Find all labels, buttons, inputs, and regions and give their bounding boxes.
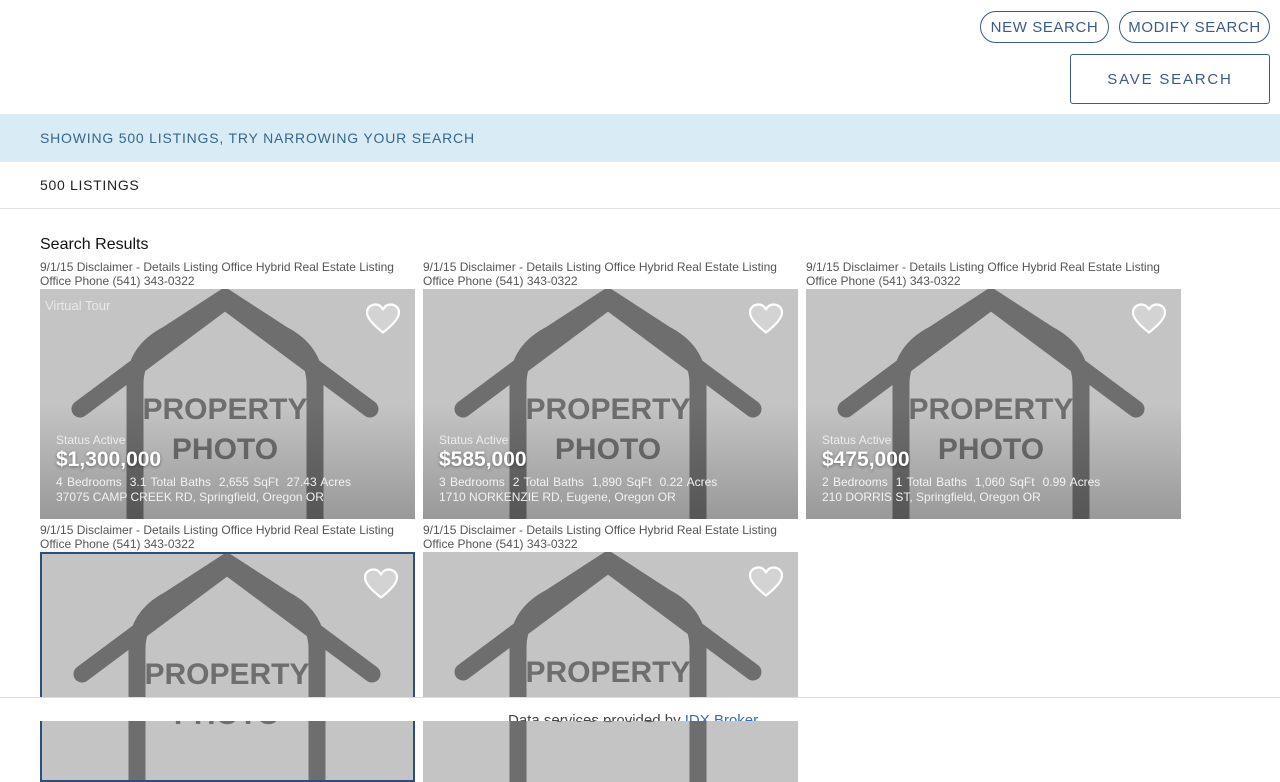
listing-acres: 0.99 Acres bbox=[1042, 475, 1101, 489]
placeholder-line: PROPERTY bbox=[525, 656, 690, 689]
listing-specs: 4 Bedrooms 3.1 Total Baths 2,655 SqFt 27.43… bbox=[56, 475, 359, 489]
favorite-heart-icon[interactable] bbox=[1132, 303, 1166, 335]
listing-info: Status Active $585,000 3 Bedrooms 2 Total… bbox=[439, 433, 725, 504]
virtual-tour-link[interactable]: Virtual Tour bbox=[45, 298, 110, 313]
favorite-heart-icon[interactable] bbox=[364, 568, 398, 600]
listing-card: 9/1/15 Disclaimer - Details Listing Offi… bbox=[423, 260, 798, 519]
placeholder-line: PROPERTY bbox=[144, 658, 309, 691]
listing-photo[interactable]: PROPERTY PHOTO Status Active $585,000 3 … bbox=[423, 289, 798, 519]
listing-sqft: 1,060 SqFt bbox=[974, 475, 1035, 489]
listing-beds: 4 Bedrooms bbox=[56, 475, 122, 489]
listing-card: 9/1/15 Disclaimer - Details Listing Offi… bbox=[40, 260, 415, 519]
listing-acres: 0.22 Acres bbox=[659, 475, 718, 489]
listing-specs: 2 Bedrooms 1 Total Baths 1,060 SqFt 0.99 Ac… bbox=[822, 475, 1108, 489]
listing-specs: 3 Bedrooms 2 Total Baths 1,890 SqFt 0.22 Ac… bbox=[439, 475, 725, 489]
listing-sqft: 2,655 SqFt bbox=[218, 475, 279, 489]
listing-beds: 2 Bedrooms bbox=[822, 475, 888, 489]
listing-price: $1,300,000 bbox=[56, 448, 162, 471]
listing-photo[interactable]: PROPERTY PHOTO bbox=[423, 552, 798, 782]
listing-disclaimer: 9/1/15 Disclaimer - Details Listing Offi… bbox=[40, 260, 415, 289]
listing-card: 9/1/15 Disclaimer - Details Listing Offi… bbox=[423, 523, 798, 782]
listing-beds: 3 Bedrooms bbox=[439, 475, 505, 489]
listing-photo[interactable]: PROPERTY PHOTO Status Active $475,000 2 … bbox=[806, 289, 1181, 519]
favorite-heart-icon[interactable] bbox=[366, 303, 400, 335]
disclaimer-line: Office Phone (541) 343-0322 bbox=[40, 274, 195, 288]
listing-price: $475,000 bbox=[822, 448, 910, 471]
disclaimer-line: Office Phone (541) 343-0322 bbox=[806, 274, 961, 288]
listing-photo[interactable]: PROPERTY PHOTO Virtual Tour Status Activ… bbox=[40, 289, 415, 519]
listing-address: 210 DORRIS ST, Springfield, Oregon OR bbox=[822, 490, 1041, 504]
listing-status: Status Active bbox=[56, 433, 126, 447]
disclaimer-line: Office Phone (541) 343-0322 bbox=[423, 274, 578, 288]
disclaimer-line: Office Phone (541) 343-0322 bbox=[40, 537, 195, 551]
listing-count: 500 LISTINGS bbox=[40, 177, 140, 193]
disclaimer-line: 9/1/15 Disclaimer - Details Listing Offi… bbox=[423, 260, 777, 274]
page-footer: Data services provided by IDX Broker bbox=[0, 697, 1280, 721]
listing-baths: 3.1 Total Baths bbox=[129, 475, 211, 489]
listing-baths: 2 Total Baths bbox=[512, 475, 584, 489]
favorite-heart-icon[interactable] bbox=[749, 566, 783, 598]
listing-baths: 1 Total Baths bbox=[895, 475, 967, 489]
listing-price: $585,000 bbox=[439, 448, 527, 471]
listing-card: 9/1/15 Disclaimer - Details Listing Offi… bbox=[40, 523, 415, 782]
listing-info: Status Active $475,000 2 Bedrooms 1 Total… bbox=[822, 433, 1108, 504]
listing-status: Status Active bbox=[822, 433, 892, 447]
listing-disclaimer: 9/1/15 Disclaimer - Details Listing Offi… bbox=[423, 260, 798, 289]
new-search-button[interactable]: NEW SEARCH bbox=[980, 11, 1109, 43]
listing-disclaimer: 9/1/15 Disclaimer - Details Listing Offi… bbox=[40, 523, 415, 552]
divider bbox=[0, 208, 1280, 209]
disclaimer-line: 9/1/15 Disclaimer - Details Listing Offi… bbox=[806, 260, 1160, 274]
property-photo-placeholder: PROPERTY PHOTO bbox=[423, 552, 798, 782]
search-actions: NEW SEARCH MODIFY SEARCH SAVE SEARCH bbox=[0, 0, 1280, 114]
listing-disclaimer: 9/1/15 Disclaimer - Details Listing Offi… bbox=[423, 523, 798, 552]
disclaimer-line: 9/1/15 Disclaimer - Details Listing Offi… bbox=[423, 523, 777, 537]
favorite-heart-icon[interactable] bbox=[749, 303, 783, 335]
listing-photo[interactable]: PROPERTY PHOTO bbox=[40, 552, 415, 782]
disclaimer-line: Office Phone (541) 343-0322 bbox=[423, 537, 578, 551]
save-search-button[interactable]: SAVE SEARCH bbox=[1070, 54, 1270, 104]
results-title: Search Results bbox=[40, 236, 149, 253]
listing-card: 9/1/15 Disclaimer - Details Listing Offi… bbox=[806, 260, 1181, 519]
listing-info: Status Active $1,300,000 4 Bedrooms 3.1 T… bbox=[56, 433, 359, 504]
disclaimer-line: 9/1/15 Disclaimer - Details Listing Offi… bbox=[40, 260, 394, 274]
listing-sqft: 1,890 SqFt bbox=[591, 475, 652, 489]
property-photo-placeholder: PROPERTY PHOTO bbox=[42, 554, 415, 782]
modify-search-button[interactable]: MODIFY SEARCH bbox=[1119, 11, 1270, 43]
listing-disclaimer: 9/1/15 Disclaimer - Details Listing Offi… bbox=[806, 260, 1181, 289]
disclaimer-line: 9/1/15 Disclaimer - Details Listing Offi… bbox=[40, 523, 394, 537]
listing-address: 1710 NORKENZIE RD, Eugene, Oregon OR bbox=[439, 490, 676, 504]
listing-acres: 27.43 Acres bbox=[286, 475, 351, 489]
notice-text: SHOWING 500 LISTINGS, TRY NARROWING YOUR… bbox=[40, 130, 475, 146]
listing-address: 37075 CAMP CREEK RD, Springfield, Oregon… bbox=[56, 490, 324, 504]
listing-status: Status Active bbox=[439, 433, 509, 447]
notice-bar: SHOWING 500 LISTINGS, TRY NARROWING YOUR… bbox=[0, 114, 1280, 162]
